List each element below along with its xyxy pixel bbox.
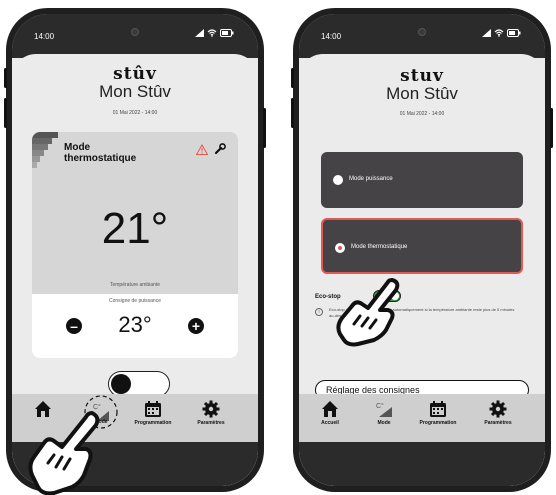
gear-icon bbox=[489, 400, 507, 418]
setpoint-caption: Consigne de puissance bbox=[109, 298, 161, 304]
nav-programmation[interactable]: Programmation bbox=[118, 400, 188, 426]
side-button bbox=[291, 68, 294, 88]
ambient-temperature: 21° bbox=[101, 204, 169, 253]
nav-parametres[interactable]: Paramètres bbox=[184, 400, 238, 426]
card-top-section: Mode thermostatique 21° Température ambi… bbox=[32, 132, 238, 296]
stuv-logo: stûv bbox=[113, 64, 157, 84]
calendar-icon bbox=[430, 401, 446, 417]
date-time: 01 Mai 2022 - 14:00 bbox=[399, 111, 445, 117]
status-bar: 14:00 bbox=[12, 14, 258, 58]
wifi-icon bbox=[494, 29, 504, 37]
nav-parametres[interactable]: Paramètres bbox=[471, 400, 525, 426]
nav-parametres-label: Paramètres bbox=[484, 420, 512, 426]
radio-selected bbox=[335, 243, 345, 253]
wifi-icon bbox=[207, 29, 217, 37]
home-icon bbox=[322, 401, 338, 417]
nav-accueil[interactable]: Accueil bbox=[303, 400, 357, 426]
toggle-knob bbox=[111, 374, 131, 394]
side-button bbox=[550, 108, 553, 148]
nav-parametres-label: Paramètres bbox=[197, 420, 225, 426]
brand-title: Mon Stûv bbox=[99, 82, 171, 101]
bottom-nav: Accueil C° Mode Programmation Paramètres bbox=[299, 394, 545, 442]
mode-puissance-button[interactable]: Mode puissance bbox=[321, 152, 523, 208]
stairs-graphic bbox=[32, 132, 58, 168]
nav-accueil-label: Accueil bbox=[321, 420, 339, 426]
camera-notch bbox=[131, 28, 139, 36]
setpoint-value: 23° bbox=[118, 312, 152, 337]
thermostat-card: Mode thermostatique 21° Température ambi… bbox=[32, 132, 238, 358]
radio-unselected bbox=[333, 175, 343, 185]
info-icon: i bbox=[315, 308, 323, 316]
increase-button[interactable]: + bbox=[188, 318, 204, 334]
side-button bbox=[291, 98, 294, 128]
calendar-icon bbox=[145, 401, 161, 417]
mode-icon: C° bbox=[376, 402, 392, 417]
mode-thermostatique-button[interactable]: Mode thermostatique bbox=[321, 218, 523, 274]
mode-title: Mode thermostatique bbox=[64, 142, 137, 164]
pointing-hand-icon bbox=[336, 278, 400, 347]
stuv-logo: stuv bbox=[400, 66, 444, 86]
status-icons bbox=[482, 29, 521, 37]
phone-mockup-2: 14:00 stuv Mon Stûv 01 Mai 2022 - 14:00 … bbox=[291, 8, 553, 492]
phone-screen: 14:00 stuv Mon Stûv 01 Mai 2022 - 14:00 … bbox=[299, 14, 545, 486]
mode-puissance-label: Mode puissance bbox=[349, 176, 393, 182]
mode-thermostatique-label: Mode thermostatique bbox=[351, 244, 408, 250]
side-button bbox=[4, 68, 7, 88]
side-button bbox=[4, 98, 7, 128]
nav-programmation-label: Programmation bbox=[134, 420, 172, 426]
wrench-icon[interactable] bbox=[214, 143, 226, 155]
status-icons bbox=[195, 29, 234, 37]
date-time: 01 Mai 2022 - 14:00 bbox=[112, 110, 158, 116]
side-button bbox=[263, 108, 266, 148]
plus-icon: + bbox=[191, 318, 201, 334]
ambient-caption: Température ambiante bbox=[109, 282, 161, 288]
nav-programmation-label: Programmation bbox=[419, 420, 457, 426]
pointing-hand-icon bbox=[28, 411, 100, 495]
bottom-nav-area: Accueil C° Mode Programmation Paramètres bbox=[299, 394, 545, 486]
card-bottom-section: Consigne de puissance – 23° + bbox=[32, 294, 238, 358]
battery-icon bbox=[220, 29, 234, 37]
app-content: stuv Mon Stûv 01 Mai 2022 - 14:00 Mode p… bbox=[299, 54, 545, 486]
status-bar: 14:00 bbox=[299, 14, 545, 58]
gear-icon bbox=[202, 400, 220, 418]
brand-title: Mon Stûv bbox=[386, 84, 458, 103]
status-time: 14:00 bbox=[321, 32, 342, 41]
status-time: 14:00 bbox=[34, 32, 55, 41]
warning-icon[interactable] bbox=[196, 144, 208, 155]
signal-icon bbox=[195, 29, 204, 37]
nav-programmation[interactable]: Programmation bbox=[403, 400, 473, 426]
battery-icon bbox=[507, 29, 521, 37]
signal-icon bbox=[482, 29, 491, 37]
camera-notch bbox=[418, 28, 426, 36]
svg-text:C°: C° bbox=[376, 402, 384, 410]
